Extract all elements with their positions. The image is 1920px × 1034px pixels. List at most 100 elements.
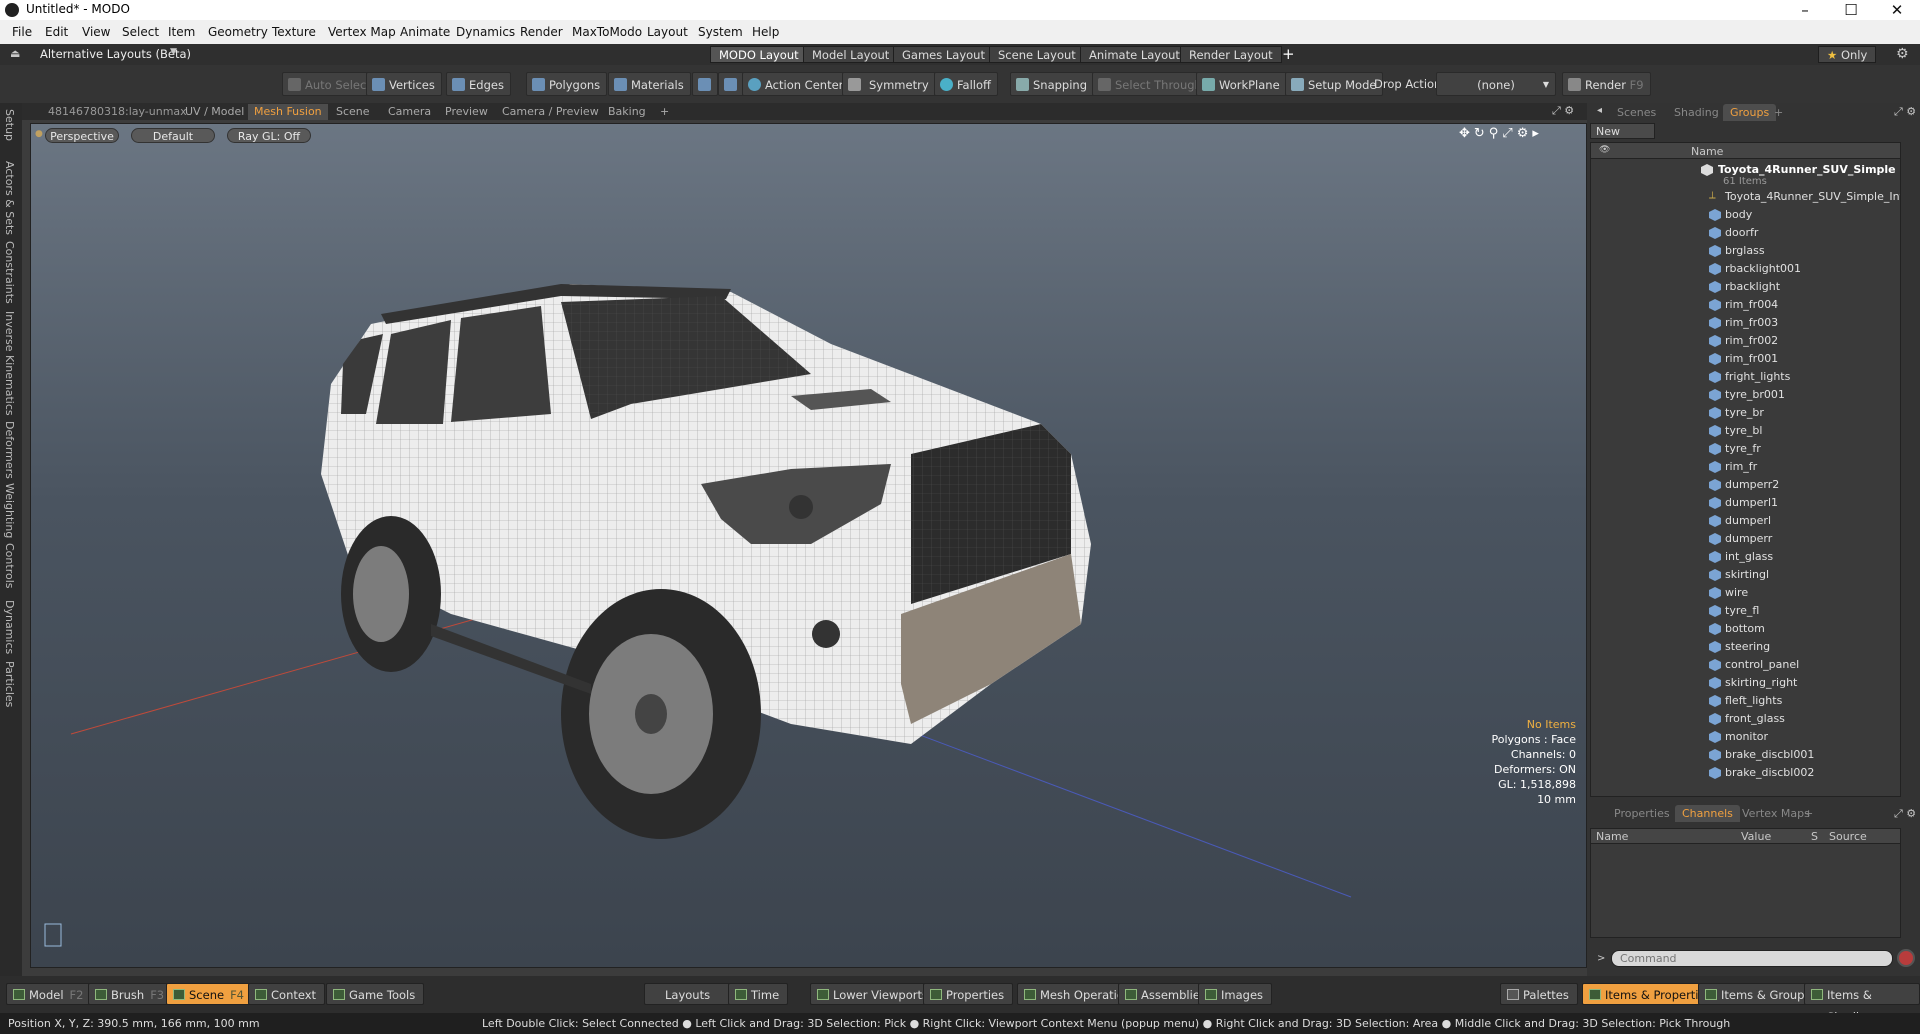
tab-baking[interactable]: Baking <box>602 104 652 120</box>
list-item[interactable]: tyre_bl <box>1591 422 1900 440</box>
visibility-toggle[interactable] <box>1600 588 1610 598</box>
center-button[interactable] <box>718 72 744 96</box>
visibility-toggle[interactable] <box>1600 696 1610 706</box>
list-item[interactable]: dumperl1 <box>1591 494 1900 512</box>
menu-render[interactable]: Render <box>520 25 563 39</box>
panel-options-icon[interactable]: ⤢ ⚙ <box>1894 105 1916 119</box>
maximize-icon[interactable]: ☐ <box>1828 0 1874 20</box>
visibility-toggle[interactable] <box>1600 624 1610 634</box>
items-groups-button[interactable]: Items & Groups <box>1698 983 1820 1005</box>
tab-preview[interactable]: Preview <box>439 104 494 120</box>
workplane-button[interactable]: WorkPlane <box>1196 72 1287 96</box>
new-group-button[interactable]: New Group <box>1590 123 1655 154</box>
visibility-toggle[interactable] <box>1600 516 1610 526</box>
menu-edit[interactable]: Edit <box>45 25 68 39</box>
visibility-toggle[interactable] <box>1600 408 1610 418</box>
list-item[interactable]: monitor <box>1591 728 1900 746</box>
visibility-toggle[interactable] <box>1600 714 1610 724</box>
list-item[interactable]: rim_fr001 <box>1591 350 1900 368</box>
channels-s-col[interactable]: S <box>1811 830 1818 843</box>
side-tab-ik[interactable]: Inverse Kinematics <box>3 311 16 416</box>
list-item[interactable]: dumperl <box>1591 512 1900 530</box>
list-item[interactable]: int_glass <box>1591 548 1900 566</box>
list-item[interactable]: wire <box>1591 584 1900 602</box>
list-item[interactable]: rim_fr <box>1591 458 1900 476</box>
list-item[interactable]: tyre_br <box>1591 404 1900 422</box>
3d-viewport[interactable]: ● Perspective Default Ray GL: Off ✥↻⚲⤢⚙▸ <box>30 123 1587 968</box>
visibility-toggle[interactable] <box>1600 246 1610 256</box>
menu-view[interactable]: View <box>82 25 110 39</box>
side-tab-actors[interactable]: Actors & Sets <box>3 161 16 235</box>
tab-shading[interactable]: Shading <box>1667 104 1726 121</box>
pivot-button[interactable] <box>692 72 718 96</box>
brush-mode-button[interactable]: Brush F3 <box>88 983 174 1005</box>
menu-dynamics[interactable]: Dynamics <box>456 25 515 39</box>
visibility-toggle[interactable] <box>1600 660 1610 670</box>
visibility-toggle[interactable] <box>1600 318 1610 328</box>
list-item[interactable]: fleft_lights <box>1591 692 1900 710</box>
visibility-toggle[interactable] <box>1600 678 1610 688</box>
tab-uv-model[interactable]: UV / Model <box>179 104 250 120</box>
visibility-toggle[interactable] <box>1600 210 1610 220</box>
visibility-toggle[interactable] <box>1600 264 1610 274</box>
tab-animate-layout[interactable]: Animate Layout <box>1080 46 1189 63</box>
list-item[interactable]: tyre_fl <box>1591 602 1900 620</box>
menu-animate[interactable]: Animate <box>400 25 450 39</box>
side-tab-dynamics[interactable]: Dynamics <box>3 600 16 654</box>
list-item[interactable]: brake_discbl002 <box>1591 764 1900 782</box>
tab-scene-layout[interactable]: Scene Layout <box>989 46 1085 63</box>
visibility-toggle[interactable] <box>1600 480 1610 490</box>
menu-select[interactable]: Select <box>122 25 159 39</box>
list-item[interactable]: rim_fr004 <box>1591 296 1900 314</box>
gear-icon[interactable]: ⚙ <box>1896 46 1909 62</box>
tab-properties[interactable]: Properties <box>1607 805 1677 822</box>
chevron-down-icon[interactable]: ▼ <box>170 47 177 57</box>
lower-viewports-button[interactable]: Lower Viewports <box>810 983 937 1005</box>
visibility-toggle[interactable] <box>1600 390 1610 400</box>
setup-mode-button[interactable]: Setup Mode <box>1285 72 1384 96</box>
images-button[interactable]: Images <box>1198 983 1273 1005</box>
list-item[interactable]: fright_lights <box>1591 368 1900 386</box>
lower-panel-options-icon[interactable]: ⤢ ⚙ <box>1894 807 1916 821</box>
tab-modo-layout[interactable]: MODO Layout <box>710 46 808 63</box>
menu-texture[interactable]: Texture <box>272 25 316 39</box>
side-tab-deformers[interactable]: Deformers <box>3 421 16 479</box>
side-tab-constraints[interactable]: Constraints <box>3 241 16 304</box>
visibility-toggle[interactable] <box>1600 642 1610 652</box>
list-item[interactable]: brglass <box>1591 242 1900 260</box>
visibility-toggle[interactable] <box>1600 372 1610 382</box>
list-item[interactable]: rbacklight001 <box>1591 260 1900 278</box>
select-through-button[interactable]: Select Through <box>1092 72 1209 96</box>
vertices-button[interactable]: Vertices <box>366 72 442 96</box>
scene-mode-button[interactable]: Scene F4 <box>166 983 253 1005</box>
menu-item[interactable]: Item <box>168 25 195 39</box>
layouts-button[interactable]: Layouts <box>644 983 732 1005</box>
add-tab-button[interactable]: + <box>654 104 675 120</box>
layout-selector[interactable]: Alternative Layouts (Beta) <box>40 47 191 61</box>
game-tools-button[interactable]: Game Tools <box>326 983 425 1005</box>
tab-lay-unmax[interactable]: 48146780318:lay-unmax <box>42 104 193 120</box>
tab-games-layout[interactable]: Games Layout <box>893 46 994 63</box>
tab-scenes[interactable]: Scenes <box>1610 104 1663 121</box>
list-item[interactable]: dumperr <box>1591 530 1900 548</box>
visibility-toggle[interactable] <box>1600 228 1610 238</box>
list-item[interactable]: rim_fr002 <box>1591 332 1900 350</box>
visibility-toggle[interactable] <box>1600 462 1610 472</box>
list-item[interactable]: body <box>1591 206 1900 224</box>
visibility-toggle[interactable] <box>1600 282 1610 292</box>
list-item[interactable]: rbacklight <box>1591 278 1900 296</box>
menu-system[interactable]: System <box>698 25 743 39</box>
time-button[interactable]: Time <box>728 983 789 1005</box>
properties-button[interactable]: Properties <box>923 983 1014 1005</box>
visibility-toggle[interactable] <box>1600 750 1610 760</box>
list-item[interactable]: tyre_br001 <box>1591 386 1900 404</box>
tab-model-layout[interactable]: Model Layout <box>803 46 899 63</box>
auto-select-button[interactable]: Auto Select <box>282 72 378 96</box>
tab-camera-preview[interactable]: Camera / Preview <box>496 104 605 120</box>
snapping-button[interactable]: Snapping <box>1010 72 1095 96</box>
side-tab-weighting[interactable]: Weighting <box>3 483 16 538</box>
side-tab-controls[interactable]: Controls <box>3 543 16 589</box>
visibility-toggle[interactable] <box>1600 732 1610 742</box>
polygons-button[interactable]: Polygons <box>526 72 608 96</box>
layout-menu-icon[interactable]: ⏏ <box>10 47 20 60</box>
